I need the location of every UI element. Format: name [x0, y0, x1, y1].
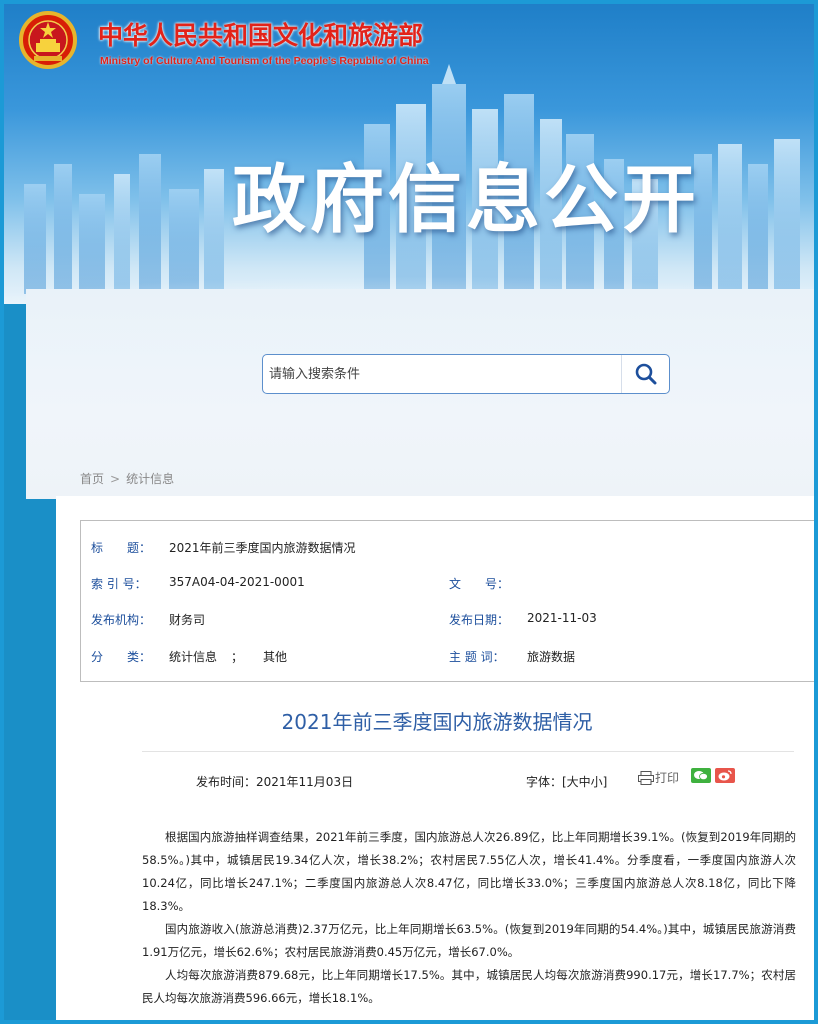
print-button[interactable]: 打印: [638, 769, 679, 786]
breadcrumb-current[interactable]: 统计信息: [126, 472, 174, 486]
meta-value-topic: 旅游数据: [527, 650, 576, 664]
search-input[interactable]: [263, 355, 621, 393]
article-paragraph-2: 国内旅游收入(旅游总消费)2.37万亿元，比上年同期增长63.5%。(恢复到20…: [142, 922, 796, 959]
ministry-name-en: Ministry of Culture And Tourism of the P…: [100, 55, 429, 67]
meta-label-index: 索 引 号：: [91, 577, 147, 591]
breadcrumb: 首页 > 统计信息: [80, 470, 174, 487]
meta-value-index: 357A04-04-2021-0001: [169, 575, 305, 589]
banner-title: 政府信息公开: [232, 157, 700, 243]
wechat-icon: [694, 771, 708, 781]
publish-time: 发布时间：2021年11月03日: [196, 775, 354, 789]
article-title: 2021年前三季度国内旅游数据情况: [281, 710, 593, 734]
header-banner: 中华人民共和国文化和旅游部 Ministry of Culture And To…: [4, 4, 814, 304]
page-frame: 中华人民共和国文化和旅游部 Ministry of Culture And To…: [0, 0, 818, 1024]
article-paragraph-3: 人均每次旅游消费879.68元，比上年同期增长17.5%。其中，城镇居民人均每次…: [142, 968, 796, 1005]
meta-value-title: 2021年前三季度国内旅游数据情况: [169, 541, 356, 555]
ministry-name-cn[interactable]: 中华人民共和国文化和旅游部: [98, 16, 423, 52]
breadcrumb-separator: >: [110, 472, 121, 486]
meta-label-title: 标 题：: [91, 541, 152, 555]
meta-label-docno: 文 号：: [449, 577, 510, 591]
print-label: 打印: [655, 771, 680, 785]
meta-label-topic: 主 题 词：: [449, 650, 505, 664]
meta-label-category: 分 类：: [91, 650, 152, 664]
search-button[interactable]: [621, 355, 669, 393]
article-content: 标 题： 2021年前三季度国内旅游数据情况 索 引 号： 357A04-04-…: [56, 496, 814, 1020]
metadata-table: 标 题： 2021年前三季度国内旅游数据情况 索 引 号： 357A04-04-…: [80, 520, 814, 682]
meta-value-date: 2021-11-03: [527, 611, 597, 625]
printer-icon: [638, 770, 654, 785]
title-divider: [142, 751, 794, 752]
search-box: [262, 354, 670, 394]
weibo-icon: [718, 770, 732, 781]
meta-value-category-2: 其他: [263, 650, 288, 664]
meta-label-date: 发布日期：: [449, 613, 510, 627]
font-size-control[interactable]: 字体：[大中小]: [526, 773, 607, 790]
national-emblem-icon: [19, 11, 77, 69]
breadcrumb-home[interactable]: 首页: [80, 472, 104, 486]
meta-label-org: 发布机构：: [91, 613, 152, 627]
share-weibo-button[interactable]: [715, 768, 735, 783]
meta-value-category-sep: ；: [231, 650, 244, 664]
share-wechat-button[interactable]: [691, 768, 711, 783]
search-icon: [635, 363, 656, 385]
meta-value-org: 财务司: [169, 613, 206, 627]
meta-value-category-1: 统计信息: [169, 650, 218, 664]
article-body: 根据国内旅游抽样调查结果，2021年前三季度，国内旅游总人次26.89亿，比上年…: [142, 826, 796, 1010]
search-section: 首页 > 统计信息: [26, 289, 814, 499]
article-paragraph-1: 根据国内旅游抽样调查结果，2021年前三季度，国内旅游总人次26.89亿，比上年…: [142, 830, 796, 913]
